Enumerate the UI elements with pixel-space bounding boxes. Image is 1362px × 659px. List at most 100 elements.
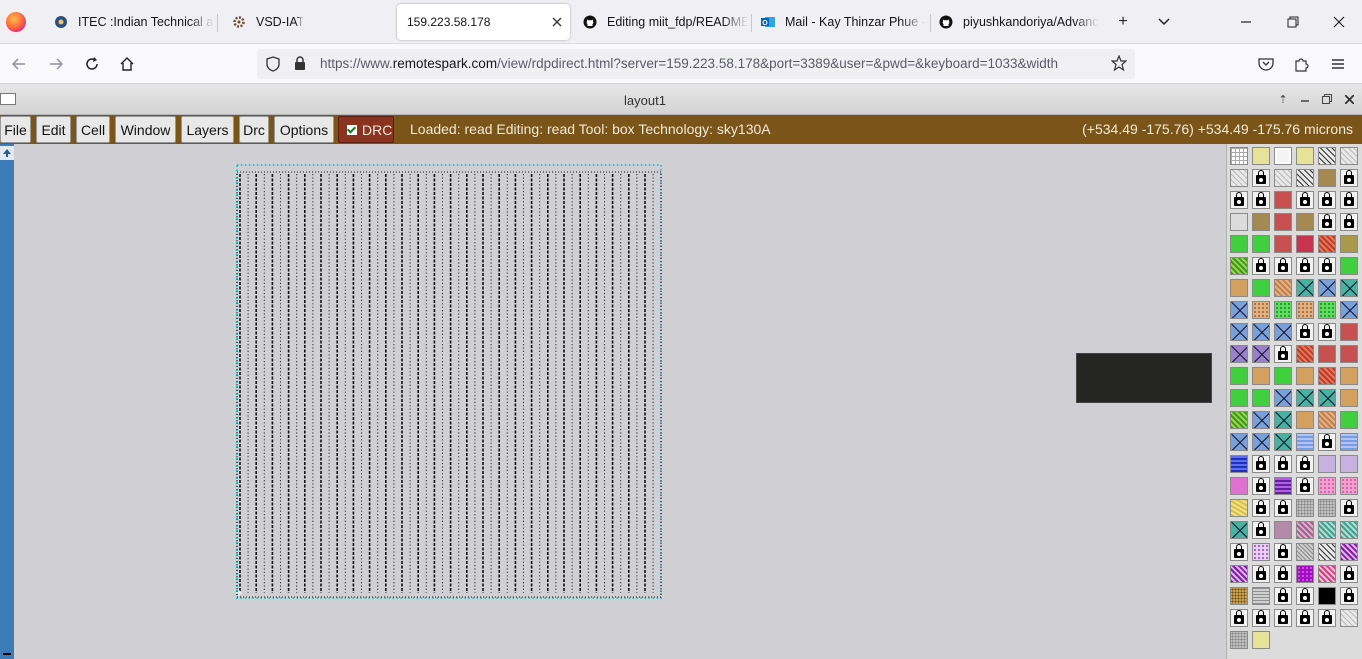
layer-swatch-lock[interactable]: [1340, 565, 1358, 583]
layer-swatch-purple-diag[interactable]: [1340, 543, 1358, 561]
padlock-icon[interactable]: [294, 56, 306, 76]
layer-swatch-magenta[interactable]: [1296, 565, 1314, 583]
layer-swatch-pale-yellow[interactable]: [1252, 147, 1270, 165]
layer-swatch-lock[interactable]: [1340, 213, 1358, 231]
layer-swatch-red-diag[interactable]: [1296, 345, 1314, 363]
layer-swatch-outline[interactable]: [1274, 147, 1292, 165]
layer-swatch-lock[interactable]: [1296, 257, 1314, 275]
layer-swatch-teal-diag[interactable]: [1318, 521, 1336, 539]
layer-swatch-tan-dot[interactable]: [1296, 301, 1314, 319]
layer-swatch-green-dot[interactable]: [1274, 301, 1292, 319]
layer-swatch-green-diag[interactable]: [1230, 411, 1248, 429]
layer-swatch-x-blue[interactable]: [1274, 389, 1292, 407]
layer-swatch-black[interactable]: [1318, 587, 1336, 605]
layer-swatch-brown[interactable]: [1318, 169, 1336, 187]
layer-swatch-olive[interactable]: [1340, 235, 1358, 253]
drc-checkbox-check-icon[interactable]: [347, 124, 357, 135]
extensions-puzzle-icon[interactable]: [1290, 52, 1314, 76]
layer-swatch-lavender[interactable]: [1318, 455, 1336, 473]
minimize-window-icon[interactable]: [1297, 92, 1313, 106]
layer-swatch-pink-dot[interactable]: [1318, 477, 1336, 495]
layer-swatch-blue-wave[interactable]: [1296, 433, 1314, 451]
menu-cell[interactable]: Cell: [76, 116, 110, 143]
address-bar[interactable]: https://www.remotespark.com/view/rdpdire…: [257, 49, 1135, 79]
layer-swatch-x-blue[interactable]: [1230, 433, 1248, 451]
layer-swatch-red-diag[interactable]: [1318, 235, 1336, 253]
layer-swatch-gray-dot[interactable]: [1318, 499, 1336, 517]
layer-swatch-green[interactable]: [1340, 257, 1358, 275]
layer-swatch-lock[interactable]: [1340, 169, 1358, 187]
layer-swatch-lock[interactable]: [1252, 521, 1270, 539]
layer-swatch-lock[interactable]: [1252, 257, 1270, 275]
layer-swatch-lock[interactable]: [1230, 191, 1248, 209]
layer-swatch-tan[interactable]: [1296, 367, 1314, 385]
restore-icon[interactable]: [1281, 10, 1305, 34]
home-icon[interactable]: [115, 52, 139, 76]
layer-swatch-pink-dot[interactable]: [1340, 477, 1358, 495]
layer-swatch-red[interactable]: [1340, 345, 1358, 363]
layer-swatch-x-blue[interactable]: [1252, 433, 1270, 451]
layer-swatch-light-diag[interactable]: [1340, 609, 1358, 627]
layer-swatch-lock[interactable]: [1340, 587, 1358, 605]
close-window-icon[interactable]: [1327, 10, 1351, 34]
firefox-logo-icon[interactable]: [6, 12, 26, 32]
layer-swatch-lock[interactable]: [1296, 323, 1314, 341]
layer-swatch-brown[interactable]: [1296, 213, 1314, 231]
layer-swatch-tan[interactable]: [1340, 367, 1358, 385]
layer-swatch-gray-diag[interactable]: [1296, 543, 1314, 561]
browser-tab[interactable]: Editing miit_fdp/README: [573, 4, 748, 40]
layer-swatch-lock[interactable]: [1252, 609, 1270, 627]
layer-swatch-green[interactable]: [1252, 389, 1270, 407]
hamburger-menu-icon[interactable]: [1326, 52, 1350, 76]
layer-swatch-crimson[interactable]: [1296, 235, 1314, 253]
layer-swatch-lock[interactable]: [1274, 499, 1292, 517]
layer-swatch-green-diag[interactable]: [1230, 257, 1248, 275]
layer-swatch-lock[interactable]: [1274, 543, 1292, 561]
layer-swatch-x-purple[interactable]: [1230, 345, 1248, 363]
layer-swatch-lock[interactable]: [1252, 499, 1270, 517]
close-tab-icon[interactable]: [552, 14, 562, 30]
layer-swatch-x-blue[interactable]: [1318, 279, 1336, 297]
layer-swatch-dark-diag[interactable]: [1296, 169, 1314, 187]
layer-swatch-x-teal[interactable]: [1230, 521, 1248, 539]
layer-swatch-light-diag[interactable]: [1340, 147, 1358, 165]
layer-swatch-x-teal[interactable]: [1318, 389, 1336, 407]
layer-swatch-lock[interactable]: [1274, 609, 1292, 627]
browser-tab[interactable]: O Mail - Kay Thinzar Phue -: [751, 4, 927, 40]
layer-swatch-lock[interactable]: [1340, 191, 1358, 209]
layer-swatch-pink-diag[interactable]: [1318, 565, 1336, 583]
layer-swatch-light-gray[interactable]: [1230, 213, 1248, 231]
layer-swatch-red[interactable]: [1274, 191, 1292, 209]
layer-swatch-x-teal[interactable]: [1296, 389, 1314, 407]
layer-swatch-lock[interactable]: [1318, 323, 1336, 341]
layer-swatch-tan-dot[interactable]: [1252, 301, 1270, 319]
maximize-window-icon[interactable]: [1319, 92, 1335, 106]
layer-swatch-tan[interactable]: [1296, 411, 1314, 429]
new-tab-plus-icon[interactable]: +: [1111, 10, 1135, 34]
layer-swatch-tan[interactable]: [1252, 367, 1270, 385]
layer-swatch-lock[interactable]: [1274, 257, 1292, 275]
layer-swatch-green[interactable]: [1230, 367, 1248, 385]
menu-window[interactable]: Window: [115, 116, 176, 143]
layer-swatch-mauve-diag[interactable]: [1296, 521, 1314, 539]
menu-layers[interactable]: Layers: [181, 116, 234, 143]
layer-swatch-tan[interactable]: [1340, 389, 1358, 407]
layer-swatch-blue-wave-dark[interactable]: [1230, 455, 1248, 473]
layer-swatch-lock[interactable]: [1274, 455, 1292, 473]
bookmark-star-icon[interactable]: [1110, 54, 1128, 76]
layer-swatch-lavender-dot[interactable]: [1252, 543, 1270, 561]
layer-swatch-lavender[interactable]: [1340, 455, 1358, 473]
layer-swatch-red[interactable]: [1274, 213, 1292, 231]
layer-swatch-x-blue[interactable]: [1230, 301, 1248, 319]
layer-swatch-x-teal[interactable]: [1274, 433, 1292, 451]
layer-swatch-mauve[interactable]: [1274, 521, 1292, 539]
layer-swatch-lock[interactable]: [1296, 587, 1314, 605]
layer-swatch-lock[interactable]: [1230, 543, 1248, 561]
url-text[interactable]: https://www.remotespark.com/view/rdpdire…: [320, 56, 1110, 71]
layer-swatch-x-blue[interactable]: [1230, 323, 1248, 341]
layer-swatch-lock[interactable]: [1318, 213, 1336, 231]
layer-swatch-lock[interactable]: [1296, 455, 1314, 473]
layer-swatch-red[interactable]: [1274, 235, 1292, 253]
layer-swatch-yellow-wave[interactable]: [1230, 499, 1248, 517]
layer-swatch-light-diag[interactable]: [1274, 169, 1292, 187]
